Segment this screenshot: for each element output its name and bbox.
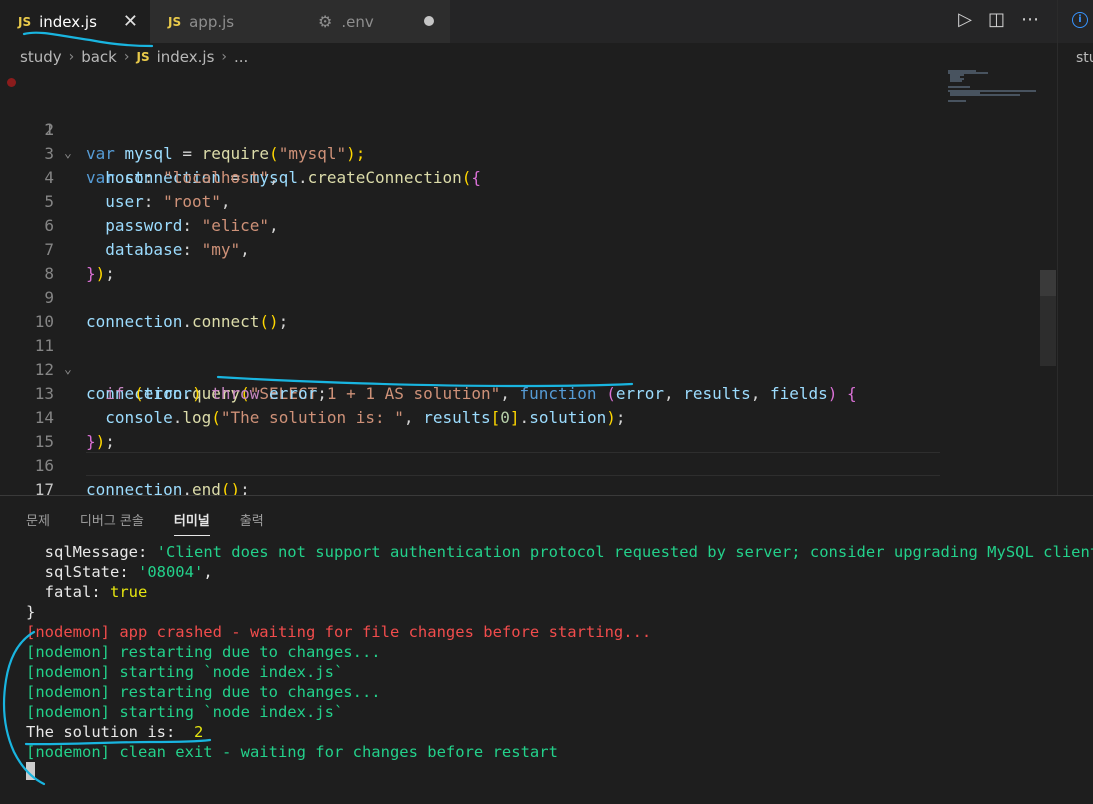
code-line: 4 user: "root", bbox=[0, 142, 1040, 211]
code-line: 6 database: "my", bbox=[0, 190, 1040, 259]
editor-tab-bar: JS index.js ✕ JS app.js ⚙ .env ▷ ◫ ⋯ bbox=[0, 0, 1057, 43]
scrollbar-track-region bbox=[1040, 296, 1056, 366]
terminal-cursor bbox=[26, 762, 35, 780]
tab-label: .env bbox=[341, 12, 374, 31]
tab-app-js[interactable]: JS app.js bbox=[150, 0, 300, 43]
code-line: 10 bbox=[0, 286, 1040, 331]
terminal-line: [nodemon] app crashed - waiting for file… bbox=[26, 623, 652, 641]
code-line: 16 connection.end(); bbox=[0, 430, 1040, 499]
scrollbar-thumb[interactable] bbox=[1040, 270, 1056, 296]
gear-icon: ⚙ bbox=[318, 12, 333, 31]
code-line: 2 ⌄ var connection = mysql.createConnect… bbox=[0, 94, 1040, 187]
code-line: 1 var mysql = require("mysql"); bbox=[0, 70, 1040, 163]
terminal-line: } bbox=[26, 603, 36, 621]
split-editor-icon[interactable]: ◫ bbox=[988, 9, 1005, 30]
js-file-icon: JS bbox=[168, 14, 182, 29]
breadcrumb-item[interactable]: index.js bbox=[157, 48, 215, 66]
panel-tabs: 문제 디버그 콘솔 터미널 출력 bbox=[26, 510, 264, 536]
breadcrumb-item[interactable]: back bbox=[81, 48, 117, 66]
terminal-line: [nodemon] restarting due to changes... bbox=[26, 683, 381, 701]
code-editor[interactable]: 1 var mysql = require("mysql"); 2 ⌄ var … bbox=[0, 70, 1040, 499]
terminal-line: [nodemon] starting `node index.js` bbox=[26, 663, 344, 681]
breadcrumb-item[interactable]: study bbox=[20, 48, 62, 66]
code-line: 13 console.log("The solution is: ", resu… bbox=[0, 358, 1040, 427]
code-line: 15 bbox=[0, 406, 1040, 451]
breadcrumb: study › back › JS index.js › ... bbox=[20, 46, 248, 68]
close-icon[interactable]: ✕ bbox=[123, 11, 138, 32]
tab-env[interactable]: ⚙ .env bbox=[300, 0, 450, 43]
minimap[interactable] bbox=[948, 70, 1038, 110]
code-line: 9 connection.connect(); bbox=[0, 262, 1040, 331]
terminal-line: [nodemon] starting `node index.js` bbox=[26, 703, 344, 721]
tab-problems[interactable]: 문제 bbox=[26, 510, 50, 536]
code-line: 14 }); bbox=[0, 382, 1040, 451]
info-icon: i bbox=[1072, 12, 1088, 28]
terminal-line: fatal: true bbox=[26, 583, 148, 601]
js-file-icon: JS bbox=[136, 50, 150, 64]
breakpoint-icon[interactable] bbox=[7, 78, 16, 87]
chevron-right-icon: › bbox=[221, 49, 227, 65]
tab-output[interactable]: 출력 bbox=[240, 510, 264, 536]
tab-index-js[interactable]: JS index.js ✕ bbox=[0, 0, 150, 43]
code-line: 11 ⌄ connection.query("SELECT 1 + 1 AS s… bbox=[0, 310, 1040, 403]
chevron-right-icon: › bbox=[123, 49, 130, 65]
vertical-scrollbar[interactable] bbox=[1040, 70, 1056, 494]
more-actions-icon[interactable]: ⋯ bbox=[1021, 9, 1039, 30]
tab-terminal[interactable]: 터미널 bbox=[173, 510, 210, 536]
breadcrumb-item[interactable]: ... bbox=[234, 48, 248, 66]
terminal-line: The solution is: 2 bbox=[26, 723, 204, 741]
terminal-line: sqlState: '08004', bbox=[26, 563, 213, 581]
chevron-right-icon: › bbox=[68, 49, 75, 65]
terminal-line: sqlMessage: 'Client does not support aut… bbox=[26, 543, 1093, 561]
code-line: 8 bbox=[0, 238, 1040, 283]
terminal-line: [nodemon] restarting due to changes... bbox=[26, 643, 381, 661]
terminal-line: [nodemon] clean exit - waiting for chang… bbox=[26, 743, 558, 761]
tab-label: index.js bbox=[39, 12, 97, 31]
tab-debug-console[interactable]: 디버그 콘솔 bbox=[80, 510, 144, 536]
second-group-tab[interactable]: i bbox=[1058, 0, 1093, 43]
js-file-icon: JS bbox=[18, 14, 32, 29]
code-line: 3 host: "localhost", bbox=[0, 118, 1040, 187]
unsaved-dot-icon[interactable] bbox=[424, 16, 434, 26]
tab-label: app.js bbox=[189, 12, 235, 31]
code-line: 12 if (error) throw error; bbox=[0, 334, 1040, 403]
code-line: 5 password: "elice", bbox=[0, 166, 1040, 235]
second-group-breadcrumb: stu bbox=[1076, 50, 1093, 66]
current-line-highlight bbox=[86, 452, 940, 476]
run-icon[interactable]: ▷ bbox=[958, 9, 972, 30]
code-line: 7 }); bbox=[0, 214, 1040, 283]
editor-actions: ▷ ◫ ⋯ bbox=[958, 9, 1039, 30]
